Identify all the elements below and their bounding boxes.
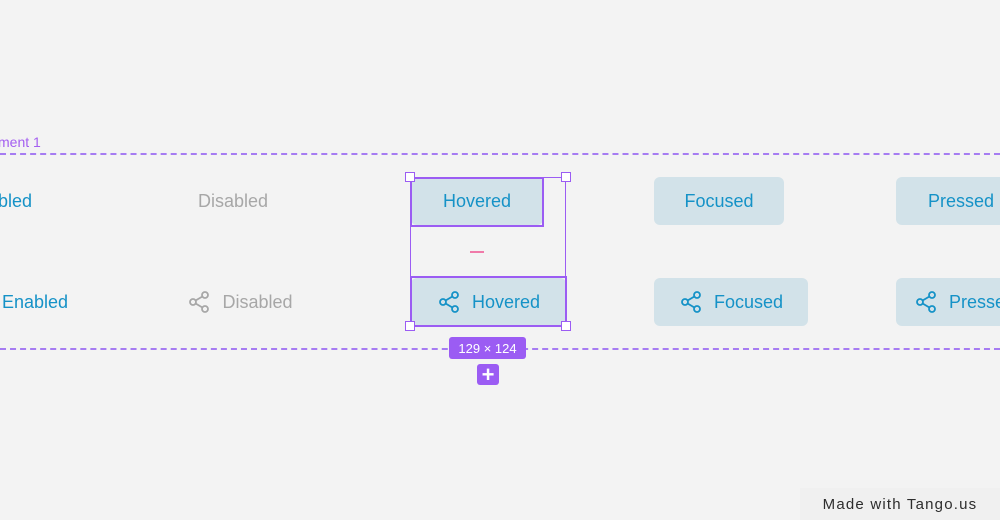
icon-button-pressed[interactable]: Presse <box>896 278 1000 326</box>
button-label: Pressed <box>927 190 995 211</box>
button-label: Focused <box>713 291 784 312</box>
plus-icon: + <box>481 361 495 387</box>
button-disabled: Disabled <box>168 177 298 225</box>
hover-outline-top <box>410 177 544 227</box>
frame-label[interactable]: ment 1 <box>0 134 41 150</box>
button-label: Focused <box>684 190 754 211</box>
spacing-indicator <box>470 251 484 253</box>
button-label: abled <box>0 190 33 211</box>
button-label: Disabled <box>222 291 293 312</box>
share-icon <box>679 290 703 314</box>
button-enabled[interactable]: abled <box>0 177 60 225</box>
icon-button-focused[interactable]: Focused <box>654 278 808 326</box>
resize-handle-bottom-right[interactable] <box>561 321 571 331</box>
icon-button-enabled[interactable]: Enabled <box>0 278 110 326</box>
frame-top-boundary <box>0 153 1000 155</box>
button-pressed[interactable]: Pressed <box>896 177 1000 225</box>
button-focused[interactable]: Focused <box>654 177 784 225</box>
resize-handle-bottom-left[interactable] <box>405 321 415 331</box>
add-button[interactable]: + <box>477 361 499 387</box>
button-label: Disabled <box>197 190 269 211</box>
resize-handle-top-right[interactable] <box>561 172 571 182</box>
share-icon <box>914 290 938 314</box>
button-label: Enabled <box>1 291 69 312</box>
hover-outline-bottom <box>410 276 567 327</box>
dimensions-badge: 129 × 124 <box>449 337 526 359</box>
tango-watermark: Made with Tango.us <box>800 488 1000 520</box>
share-icon <box>187 290 211 314</box>
resize-handle-top-left[interactable] <box>405 172 415 182</box>
icon-button-disabled: Disabled <box>172 278 308 326</box>
button-label: Presse <box>949 291 1000 312</box>
